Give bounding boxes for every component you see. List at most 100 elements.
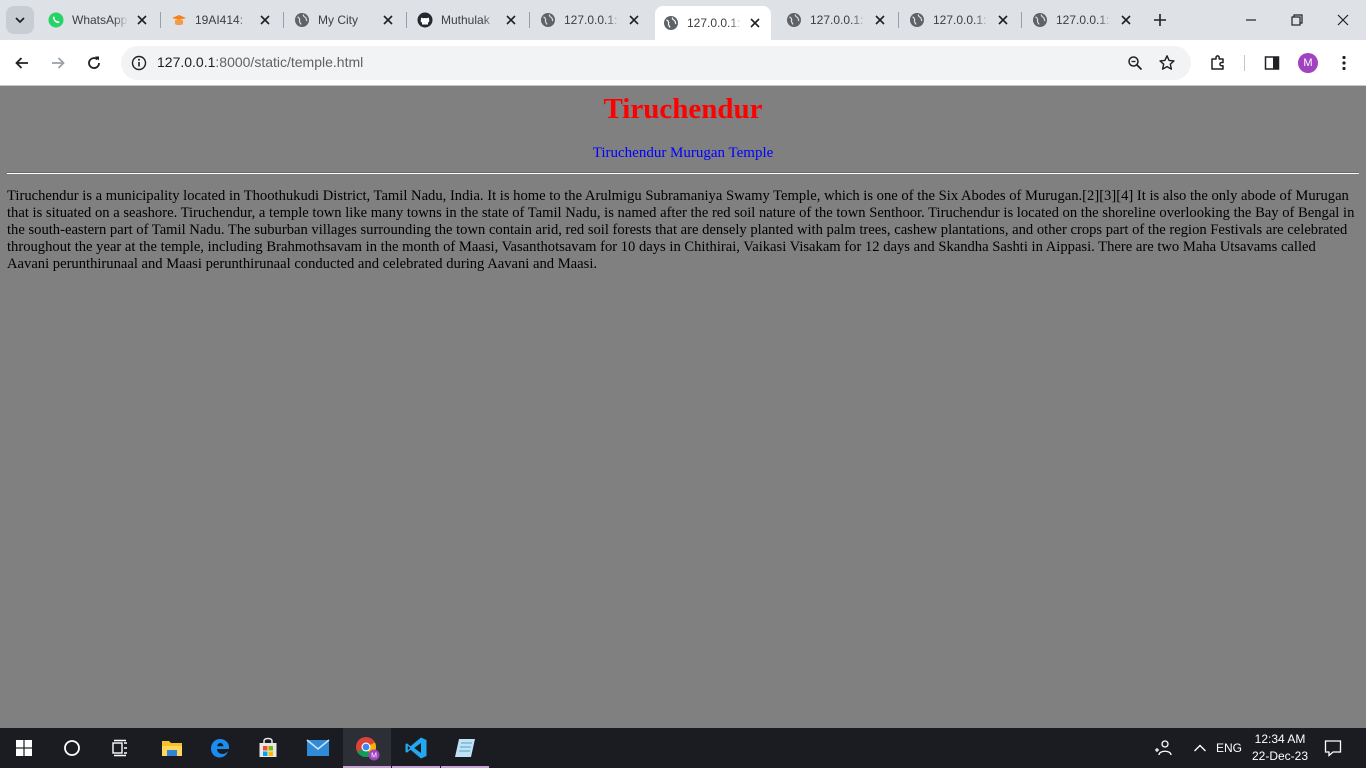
tab-whatsapp[interactable]: WhatsApp xyxy=(40,4,158,36)
taskbar: M ENG 12:34 AM 22-Dec-23 xyxy=(0,728,1366,768)
restore-button[interactable] xyxy=(1274,0,1320,40)
plus-icon xyxy=(1154,14,1166,26)
tab-separator xyxy=(1021,12,1022,28)
tab-github[interactable]: Muthulak xyxy=(409,4,527,36)
tab-title: 127.0.0.1: xyxy=(564,13,618,27)
chrome-button[interactable]: M xyxy=(343,728,391,768)
minimize-icon xyxy=(1246,19,1256,21)
tab-localhost[interactable]: 127.0.0.1: xyxy=(901,4,1019,36)
tab-localhost[interactable]: 127.0.0.1: xyxy=(1024,4,1142,36)
file-explorer-button[interactable] xyxy=(148,728,196,768)
notepad-icon xyxy=(455,739,475,757)
start-button[interactable] xyxy=(0,728,48,768)
github-icon xyxy=(417,12,433,28)
globe-icon xyxy=(294,12,310,28)
horizontal-rule xyxy=(7,172,1359,174)
tab-localhost-active[interactable]: 127.0.0.1: xyxy=(655,6,771,40)
side-panel-icon[interactable] xyxy=(1260,51,1284,75)
mail-icon xyxy=(306,739,330,756)
close-icon[interactable] xyxy=(747,15,763,31)
svg-text:M: M xyxy=(371,753,377,760)
tab-course[interactable]: 19AI414: xyxy=(163,4,281,36)
temple-link[interactable]: Tiruchendur Murugan Temple xyxy=(0,145,1366,162)
url-text[interactable]: 127.0.0.1:8000/static/temple.html xyxy=(157,54,363,70)
extensions-icon[interactable] xyxy=(1206,51,1230,75)
globe-icon xyxy=(909,12,925,28)
tab-title: 127.0.0.1: xyxy=(810,13,864,27)
reload-button[interactable] xyxy=(78,47,110,79)
notification-icon[interactable] xyxy=(1320,728,1346,768)
close-icon[interactable] xyxy=(134,12,150,28)
tab-localhost[interactable]: 127.0.0.1: xyxy=(778,4,896,36)
store-bag-icon xyxy=(259,737,277,757)
more-menu-icon[interactable] xyxy=(1332,51,1356,75)
tab-separator xyxy=(283,12,284,28)
close-icon[interactable] xyxy=(626,12,642,28)
search-circle-icon xyxy=(64,740,80,756)
tab-title: 127.0.0.1: xyxy=(1056,13,1110,27)
close-icon[interactable] xyxy=(995,12,1011,28)
url-path: :8000/static/temple.html xyxy=(215,54,364,70)
folder-icon xyxy=(162,741,182,756)
arrow-right-icon xyxy=(52,57,65,69)
tab-search-button[interactable] xyxy=(6,6,34,34)
close-icon[interactable] xyxy=(1118,12,1134,28)
globe-icon xyxy=(540,12,556,28)
tab-localhost[interactable]: 127.0.0.1: xyxy=(532,4,650,36)
tab-title: 127.0.0.1: xyxy=(687,16,741,30)
search-button[interactable] xyxy=(48,728,96,768)
close-icon[interactable] xyxy=(503,12,519,28)
tab-strip: WhatsApp 19AI414: My City Muthulak 127.0… xyxy=(0,0,1366,40)
tab-title: My City xyxy=(318,13,358,27)
page-content: Tiruchendur Tiruchendur Murugan Temple T… xyxy=(0,87,1366,728)
notepad-button[interactable] xyxy=(441,728,489,768)
reload-icon xyxy=(88,56,100,69)
page-title: Tiruchendur xyxy=(603,93,763,125)
moodle-icon xyxy=(171,12,187,28)
globe-icon xyxy=(1032,12,1048,28)
globe-icon xyxy=(786,12,802,28)
whatsapp-icon xyxy=(48,12,64,28)
close-icon xyxy=(1337,14,1349,26)
clock[interactable]: 12:34 AM 22-Dec-23 xyxy=(1244,731,1316,765)
close-icon[interactable] xyxy=(872,12,888,28)
close-icon[interactable] xyxy=(257,12,273,28)
arrow-left-icon xyxy=(15,57,28,69)
people-icon[interactable] xyxy=(1152,728,1176,768)
tab-title: WhatsApp xyxy=(72,13,128,27)
language-indicator[interactable]: ENG xyxy=(1213,728,1245,768)
edge-button[interactable] xyxy=(196,728,244,768)
close-icon[interactable] xyxy=(380,12,396,28)
url-host: 127.0.0.1 xyxy=(157,54,216,70)
windows-logo-icon xyxy=(16,740,32,756)
tab-title: 19AI414: xyxy=(195,13,244,27)
new-tab-button[interactable] xyxy=(1148,8,1172,32)
tab-separator xyxy=(160,12,161,28)
minimize-button[interactable] xyxy=(1228,0,1274,40)
bookmark-star-icon[interactable] xyxy=(1156,52,1178,74)
info-icon[interactable] xyxy=(127,51,151,75)
toolbar-divider xyxy=(1244,55,1245,71)
clock-time: 12:34 AM xyxy=(1254,732,1306,746)
restore-icon xyxy=(1291,14,1303,26)
forward-button[interactable] xyxy=(42,47,74,79)
mail-button[interactable] xyxy=(294,728,342,768)
address-bar[interactable]: 127.0.0.1:8000/static/temple.html xyxy=(121,46,1191,80)
globe-icon xyxy=(663,15,679,31)
profile-avatar[interactable]: M xyxy=(1298,53,1318,73)
zoom-icon[interactable] xyxy=(1124,52,1146,74)
tab-my-city[interactable]: My City xyxy=(286,4,404,36)
close-window-button[interactable] xyxy=(1320,0,1366,40)
edge-icon xyxy=(211,739,229,758)
chevron-up-icon[interactable] xyxy=(1189,728,1211,768)
store-button[interactable] xyxy=(244,728,292,768)
vscode-button[interactable] xyxy=(392,728,440,768)
chevron-down-icon xyxy=(15,17,25,24)
tab-separator xyxy=(406,12,407,28)
tab-title: 127.0.0.1: xyxy=(933,13,987,27)
task-view-button[interactable] xyxy=(96,728,144,768)
tab-separator xyxy=(898,12,899,28)
chrome-icon: M xyxy=(356,737,380,761)
task-view-icon xyxy=(112,739,127,757)
back-button[interactable] xyxy=(6,47,38,79)
